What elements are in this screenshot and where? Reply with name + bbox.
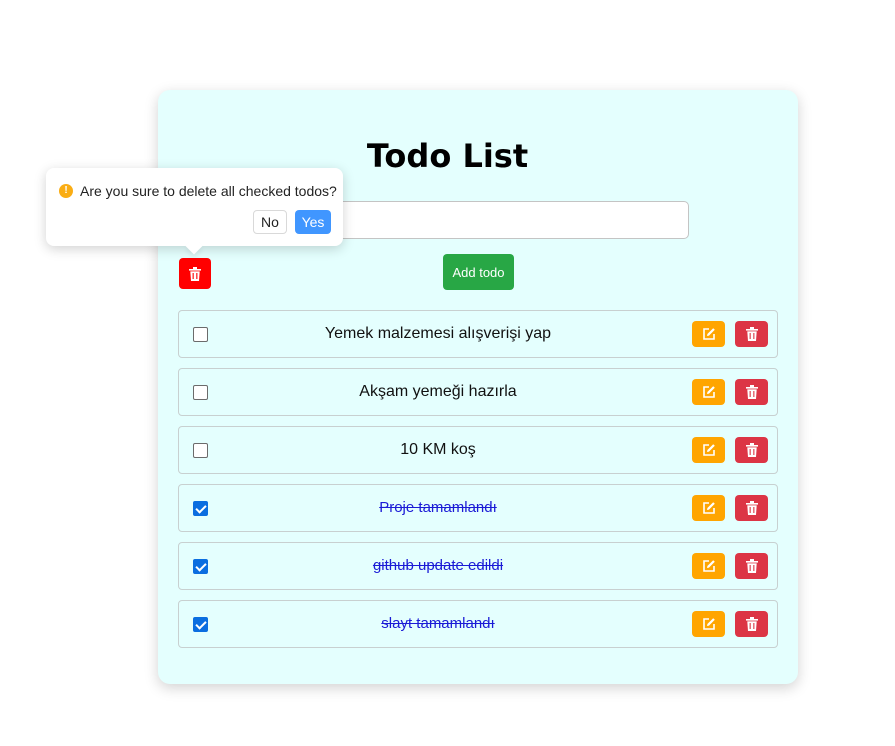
edit-button[interactable]: [692, 495, 725, 521]
trash-icon: [745, 617, 758, 631]
edit-button[interactable]: [692, 321, 725, 347]
todo-text: Yemek malzemesi alışverişi yap: [324, 325, 552, 342]
todo-item: 10 KM koş: [178, 426, 778, 474]
popover-no-button[interactable]: No: [253, 210, 287, 234]
trash-icon: [189, 266, 201, 281]
edit-button[interactable]: [692, 379, 725, 405]
trash-icon: [745, 327, 758, 341]
todo-item: Proje tamamlandı: [178, 484, 778, 532]
todo-checkbox[interactable]: [193, 443, 208, 458]
todo-text: Akşam yemeği hazırla: [359, 383, 517, 400]
todo-item: slayt tamamlandı: [178, 600, 778, 648]
edit-icon: [702, 327, 716, 341]
edit-icon: [702, 559, 716, 573]
edit-button[interactable]: [692, 437, 725, 463]
trash-icon: [745, 443, 758, 457]
delete-checked-button[interactable]: [179, 258, 211, 289]
todo-checkbox[interactable]: [193, 559, 208, 574]
popover-yes-button[interactable]: Yes: [295, 210, 331, 234]
todo-item: Akşam yemeği hazırla: [178, 368, 778, 416]
exclamation-circle-icon: !: [59, 184, 73, 198]
todo-checkbox[interactable]: [193, 327, 208, 342]
todo-item: github update edildi: [178, 542, 778, 590]
edit-icon: [702, 617, 716, 631]
edit-button[interactable]: [692, 553, 725, 579]
edit-button[interactable]: [692, 611, 725, 637]
delete-button[interactable]: [735, 379, 768, 405]
todo-text: slayt tamamlandı: [381, 615, 495, 632]
edit-icon: [702, 443, 716, 457]
delete-button[interactable]: [735, 495, 768, 521]
edit-icon: [702, 501, 716, 515]
todo-list: Yemek malzemesi alışverişi yap Akşam yem…: [178, 310, 778, 658]
delete-button[interactable]: [735, 611, 768, 637]
delete-button[interactable]: [735, 321, 768, 347]
confirm-popover: ! Are you sure to delete all checked tod…: [46, 168, 343, 246]
todo-item: Yemek malzemesi alışverişi yap: [178, 310, 778, 358]
popover-message: Are you sure to delete all checked todos…: [80, 183, 337, 199]
trash-icon: [745, 559, 758, 573]
todo-checkbox[interactable]: [193, 385, 208, 400]
trash-icon: [745, 501, 758, 515]
trash-icon: [745, 385, 758, 399]
todo-text: Proje tamamlandı: [379, 499, 497, 516]
delete-button[interactable]: [735, 553, 768, 579]
edit-icon: [702, 385, 716, 399]
todo-checkbox[interactable]: [193, 501, 208, 516]
todo-checkbox[interactable]: [193, 617, 208, 632]
todo-text: 10 KM koş: [400, 441, 476, 458]
add-todo-button[interactable]: Add todo: [443, 254, 514, 290]
todo-text: github update edildi: [372, 557, 504, 574]
delete-button[interactable]: [735, 437, 768, 463]
